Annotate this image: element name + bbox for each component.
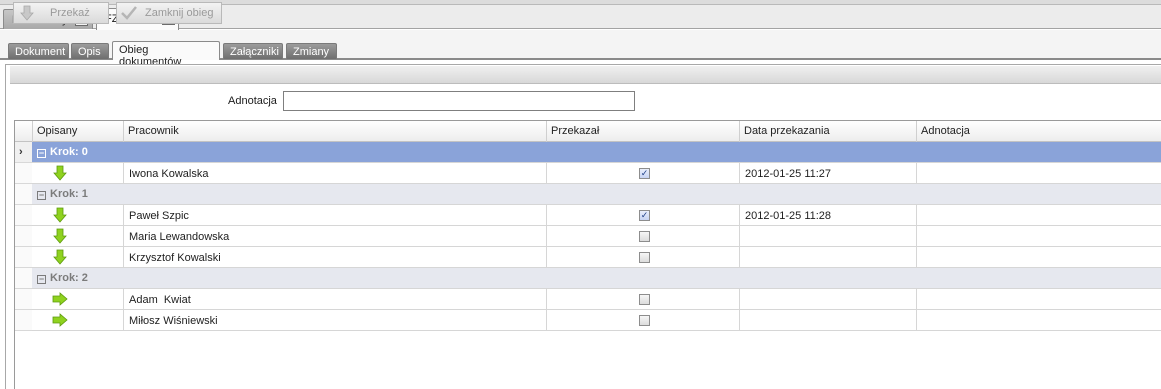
right-arrow-icon xyxy=(52,313,68,327)
passed-checkbox[interactable] xyxy=(639,315,650,326)
cell-employee: Miłosz Wiśniewski xyxy=(123,310,546,331)
tab-zmiany[interactable]: Zmiany xyxy=(286,43,337,59)
close-flow-button-label: Zamknij obieg xyxy=(145,7,214,19)
group-header-krok-2[interactable]: − Krok: 2 xyxy=(37,272,88,284)
cell-passed xyxy=(546,310,739,331)
cell-passed xyxy=(546,289,739,310)
cell-note xyxy=(916,205,1161,226)
forward-button-label: Przekaż xyxy=(50,7,90,19)
annotation-input[interactable] xyxy=(283,91,635,111)
passed-checkbox[interactable] xyxy=(639,231,650,242)
row-indicator[interactable] xyxy=(15,184,32,205)
cell-employee: Adam Kwiat xyxy=(123,289,546,310)
passed-checkbox[interactable] xyxy=(639,252,650,263)
row-indicator[interactable] xyxy=(15,226,32,247)
cell-note xyxy=(916,226,1161,247)
cell-employee: Krzysztof Kowalski xyxy=(123,247,546,268)
cell-opisany xyxy=(32,247,123,268)
group-row-krok-1[interactable] xyxy=(32,184,1161,205)
cell-note xyxy=(916,163,1161,184)
cell-date: 2012-01-25 11:27 xyxy=(739,163,916,184)
annotation-label: Adnotacja xyxy=(228,95,277,107)
table-row[interactable]: Adam Kwiat xyxy=(32,289,1161,310)
cell-passed xyxy=(546,247,739,268)
cell-note xyxy=(916,310,1161,331)
row-indicator[interactable]: › xyxy=(15,142,32,163)
down-arrow-icon xyxy=(20,5,34,21)
table-row[interactable]: Maria Lewandowska xyxy=(32,226,1161,247)
column-header-przekazal[interactable]: Przekazał xyxy=(546,121,739,142)
cell-opisany xyxy=(32,163,123,184)
collapse-icon[interactable]: − xyxy=(37,149,46,158)
passed-checkbox[interactable]: ✓ xyxy=(639,210,650,221)
group-header-krok-0[interactable]: − Krok: 0 xyxy=(37,146,88,158)
tab-dokument[interactable]: Dokument xyxy=(8,43,69,59)
checkmark-icon xyxy=(121,6,137,20)
cell-passed xyxy=(546,226,739,247)
panel-header-bar xyxy=(10,66,1161,84)
group-label: Krok: 0 xyxy=(50,146,88,158)
group-label: Krok: 1 xyxy=(50,188,88,200)
tab-opis[interactable]: Opis xyxy=(71,43,109,59)
tab-zalaczniki[interactable]: Załączniki xyxy=(223,43,283,59)
table-row[interactable]: Krzysztof Kowalski xyxy=(32,247,1161,268)
group-label: Krok: 2 xyxy=(50,272,88,284)
tab-obieg-dokumentow[interactable]: Obieg dokumentów xyxy=(112,41,220,68)
table-row[interactable]: Paweł Szpic ✓ 2012-01-25 11:28 xyxy=(32,205,1161,226)
passed-checkbox[interactable] xyxy=(639,294,650,305)
down-arrow-icon xyxy=(53,165,67,181)
group-header-krok-1[interactable]: − Krok: 1 xyxy=(37,188,88,200)
cell-employee: Paweł Szpic xyxy=(123,205,546,226)
row-indicator[interactable] xyxy=(15,289,32,310)
cell-opisany xyxy=(32,226,123,247)
cell-note xyxy=(916,247,1161,268)
close-flow-button[interactable]: Zamknij obieg xyxy=(116,2,222,24)
down-arrow-icon xyxy=(53,207,67,223)
table-row[interactable]: Miłosz Wiśniewski xyxy=(32,310,1161,331)
table-row[interactable]: Iwona Kowalska ✓ 2012-01-25 11:27 xyxy=(32,163,1161,184)
cell-date xyxy=(739,310,916,331)
group-row-krok-2[interactable] xyxy=(32,268,1161,289)
row-indicator[interactable] xyxy=(15,268,32,289)
cell-passed: ✓ xyxy=(546,205,739,226)
row-indicator[interactable] xyxy=(15,163,32,184)
column-header-opisany[interactable]: Opisany xyxy=(32,121,123,142)
group-row-krok-0[interactable] xyxy=(32,142,1161,163)
cell-date xyxy=(739,226,916,247)
cell-note xyxy=(916,289,1161,310)
current-row-chevron-icon: › xyxy=(19,146,23,158)
right-arrow-icon xyxy=(52,292,68,306)
cell-opisany xyxy=(32,205,123,226)
down-arrow-icon xyxy=(53,228,67,244)
cell-date: 2012-01-25 11:28 xyxy=(739,205,916,226)
column-header-pracownik[interactable]: Pracownik xyxy=(123,121,546,142)
cell-date xyxy=(739,247,916,268)
cell-employee: Maria Lewandowska xyxy=(123,226,546,247)
row-indicator[interactable] xyxy=(15,310,32,331)
row-indicator[interactable] xyxy=(15,205,32,226)
passed-checkbox[interactable]: ✓ xyxy=(639,168,650,179)
column-header-data-przekazania[interactable]: Data przekazania xyxy=(739,121,916,142)
cell-employee: Iwona Kowalska xyxy=(123,163,546,184)
cell-date xyxy=(739,289,916,310)
cell-opisany xyxy=(32,310,123,331)
collapse-icon[interactable]: − xyxy=(37,191,46,200)
column-header-adnotacja[interactable]: Adnotacja xyxy=(916,121,1161,142)
forward-button[interactable]: Przekaż xyxy=(13,2,109,24)
cell-opisany xyxy=(32,289,123,310)
row-indicator[interactable] xyxy=(15,247,32,268)
collapse-icon[interactable]: − xyxy=(37,275,46,284)
cell-passed: ✓ xyxy=(546,163,739,184)
down-arrow-icon xyxy=(53,249,67,265)
